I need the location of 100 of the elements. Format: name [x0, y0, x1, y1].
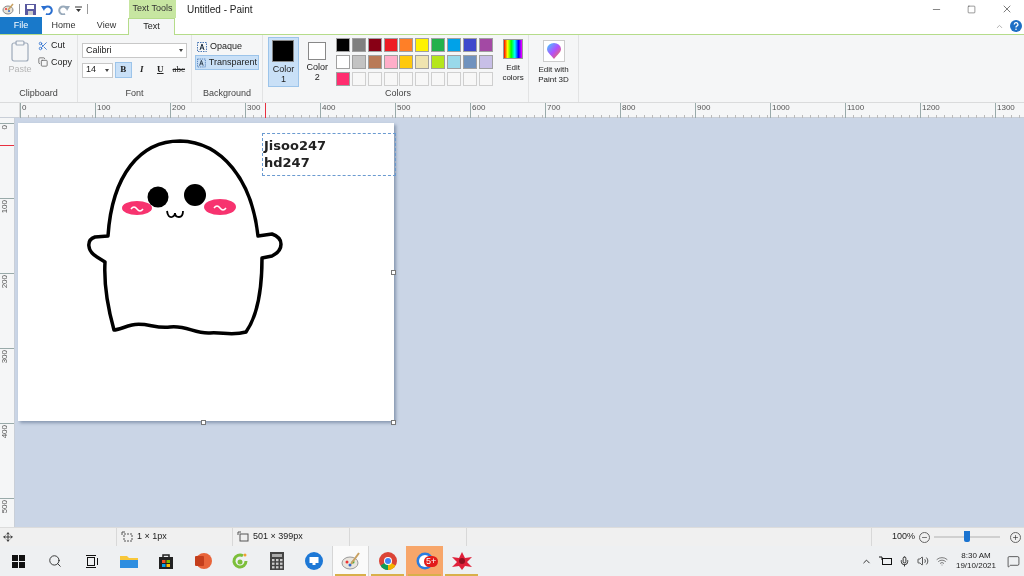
- palette-swatch[interactable]: [479, 55, 494, 69]
- ribbon-tab[interactable]: View: [85, 17, 128, 34]
- text-style-button[interactable]: U: [152, 62, 169, 78]
- palette-swatch[interactable]: [399, 38, 414, 52]
- ruler-label: 800: [621, 103, 636, 113]
- clock[interactable]: 8:30 AM 19/10/2021: [954, 551, 997, 571]
- ruler-label: 1100: [846, 103, 865, 113]
- paint-drop-icon: [546, 43, 561, 59]
- font-size-dropdown[interactable]: 14: [82, 62, 114, 78]
- palette-swatch[interactable]: [447, 55, 462, 69]
- ruler-label: 700: [546, 103, 561, 113]
- background-option-button[interactable]: Opaque: [195, 39, 259, 54]
- palette-swatch[interactable]: [367, 38, 382, 52]
- presentation-app-icon: [193, 552, 212, 570]
- help-icon[interactable]: [1010, 20, 1022, 32]
- paint-3d-button[interactable]: Edit with Paint 3D: [529, 35, 578, 85]
- drawing-canvas[interactable]: Jisoo247 hd247: [18, 123, 394, 421]
- cursor-position-marker: [265, 103, 266, 118]
- wifi-icon[interactable]: [935, 555, 948, 567]
- selection-size-icon: [121, 531, 133, 543]
- group-label: Clipboard: [18, 86, 59, 100]
- redo-icon[interactable]: [58, 3, 70, 15]
- color-slot-button[interactable]: Color 2: [301, 37, 333, 87]
- taskbar-app-button[interactable]: 5+: [406, 546, 443, 576]
- background-option-button[interactable]: Transparent: [195, 55, 259, 70]
- plus-icon: [1012, 533, 1019, 541]
- palette-swatch[interactable]: [415, 55, 430, 69]
- paint-app-icon[interactable]: [2, 3, 14, 15]
- battery-plug-icon[interactable]: [878, 556, 892, 566]
- palette-swatch[interactable]: [351, 55, 366, 69]
- selection-size-text: 1 × 1px: [137, 530, 167, 544]
- dropdown-caret-icon[interactable]: [75, 5, 82, 13]
- calculator-icon: [269, 552, 284, 570]
- restore-icon: [967, 4, 976, 14]
- color-slot-button[interactable]: Color 1: [268, 37, 299, 87]
- font-family-dropdown[interactable]: Calibri: [82, 43, 187, 58]
- ruler-label: 500: [0, 499, 10, 514]
- palette-swatch[interactable]: [447, 38, 462, 52]
- ruler-label: 300: [246, 103, 261, 113]
- palette-swatch[interactable]: [351, 38, 366, 52]
- palette-swatch[interactable]: [383, 55, 398, 69]
- resize-handle[interactable]: [391, 270, 396, 275]
- undo-icon[interactable]: [41, 3, 53, 15]
- windows-logo-icon: [11, 554, 25, 568]
- palette-swatch[interactable]: [335, 38, 350, 52]
- ruler-label: 100: [0, 199, 10, 214]
- palette-swatch[interactable]: [463, 38, 478, 52]
- resize-handle[interactable]: [201, 420, 206, 425]
- text-style-button[interactable]: B: [115, 62, 132, 78]
- palette-swatch[interactable]: [383, 38, 398, 52]
- volume-icon[interactable]: [916, 555, 929, 567]
- ribbon-tab[interactable]: Home: [42, 17, 85, 34]
- palette-swatch[interactable]: [415, 38, 430, 52]
- save-icon[interactable]: [25, 3, 36, 15]
- microphone-icon[interactable]: [898, 555, 910, 567]
- zoom-slider-thumb[interactable]: [964, 531, 970, 542]
- zoom-level-text: 100%: [891, 530, 915, 544]
- palette-swatch[interactable]: [463, 55, 478, 69]
- palette-swatch[interactable]: [335, 55, 350, 69]
- ruler-label: 900: [696, 103, 711, 113]
- group-label: Background: [201, 86, 252, 100]
- edit-colors-button[interactable]: Edit colors: [498, 37, 528, 87]
- ruler-label: 100: [96, 103, 111, 113]
- palette-brush-icon: [340, 552, 361, 570]
- ruler-label: 600: [471, 103, 486, 113]
- cursor-position-marker: [0, 145, 14, 146]
- window-title: Untitled - Paint: [187, 2, 253, 17]
- group-label: Colors: [384, 87, 412, 100]
- zoom-slider[interactable]: [934, 531, 1000, 543]
- ribbon-tab[interactable]: Text: [128, 18, 175, 35]
- notifications-icon[interactable]: [1007, 554, 1020, 568]
- clipboard-icon: [8, 39, 32, 63]
- ruler-label: 0: [21, 103, 27, 113]
- cut-button[interactable]: Cut: [38, 39, 72, 53]
- contextual-tab-group-label: Text Tools: [129, 0, 176, 18]
- ribbon-tab[interactable]: File: [0, 17, 42, 34]
- palette-swatch[interactable]: [367, 55, 382, 69]
- monitor-app-icon: [304, 552, 323, 570]
- text-box[interactable]: Jisoo247 hd247: [262, 133, 396, 176]
- palette-swatch[interactable]: [399, 55, 414, 69]
- copy-button[interactable]: Copy: [38, 55, 72, 69]
- move-cursor-icon: [3, 532, 13, 542]
- ruler-label: 1000: [771, 103, 790, 113]
- ruler-label: 300: [0, 349, 10, 364]
- palette-swatch[interactable]: [431, 55, 446, 69]
- canvas-text-line: hd247: [264, 154, 311, 171]
- palette-swatch[interactable]: [431, 38, 446, 52]
- palette-swatch[interactable]: [479, 38, 494, 52]
- scissors-icon: [38, 40, 48, 51]
- text-frame-icon: [197, 41, 207, 52]
- text-style-button[interactable]: abc: [170, 62, 187, 78]
- palette-swatch[interactable]: [335, 72, 350, 86]
- resize-handle[interactable]: [391, 420, 396, 425]
- star-app-icon: [451, 552, 472, 570]
- ruler-label: 400: [0, 424, 10, 439]
- ruler-label: 200: [171, 103, 186, 113]
- ruler-label: 1300: [996, 103, 1015, 113]
- canvas-text-line: Jisoo247: [264, 137, 328, 154]
- text-style-button[interactable]: I: [133, 62, 151, 78]
- image-size-icon: [237, 531, 249, 543]
